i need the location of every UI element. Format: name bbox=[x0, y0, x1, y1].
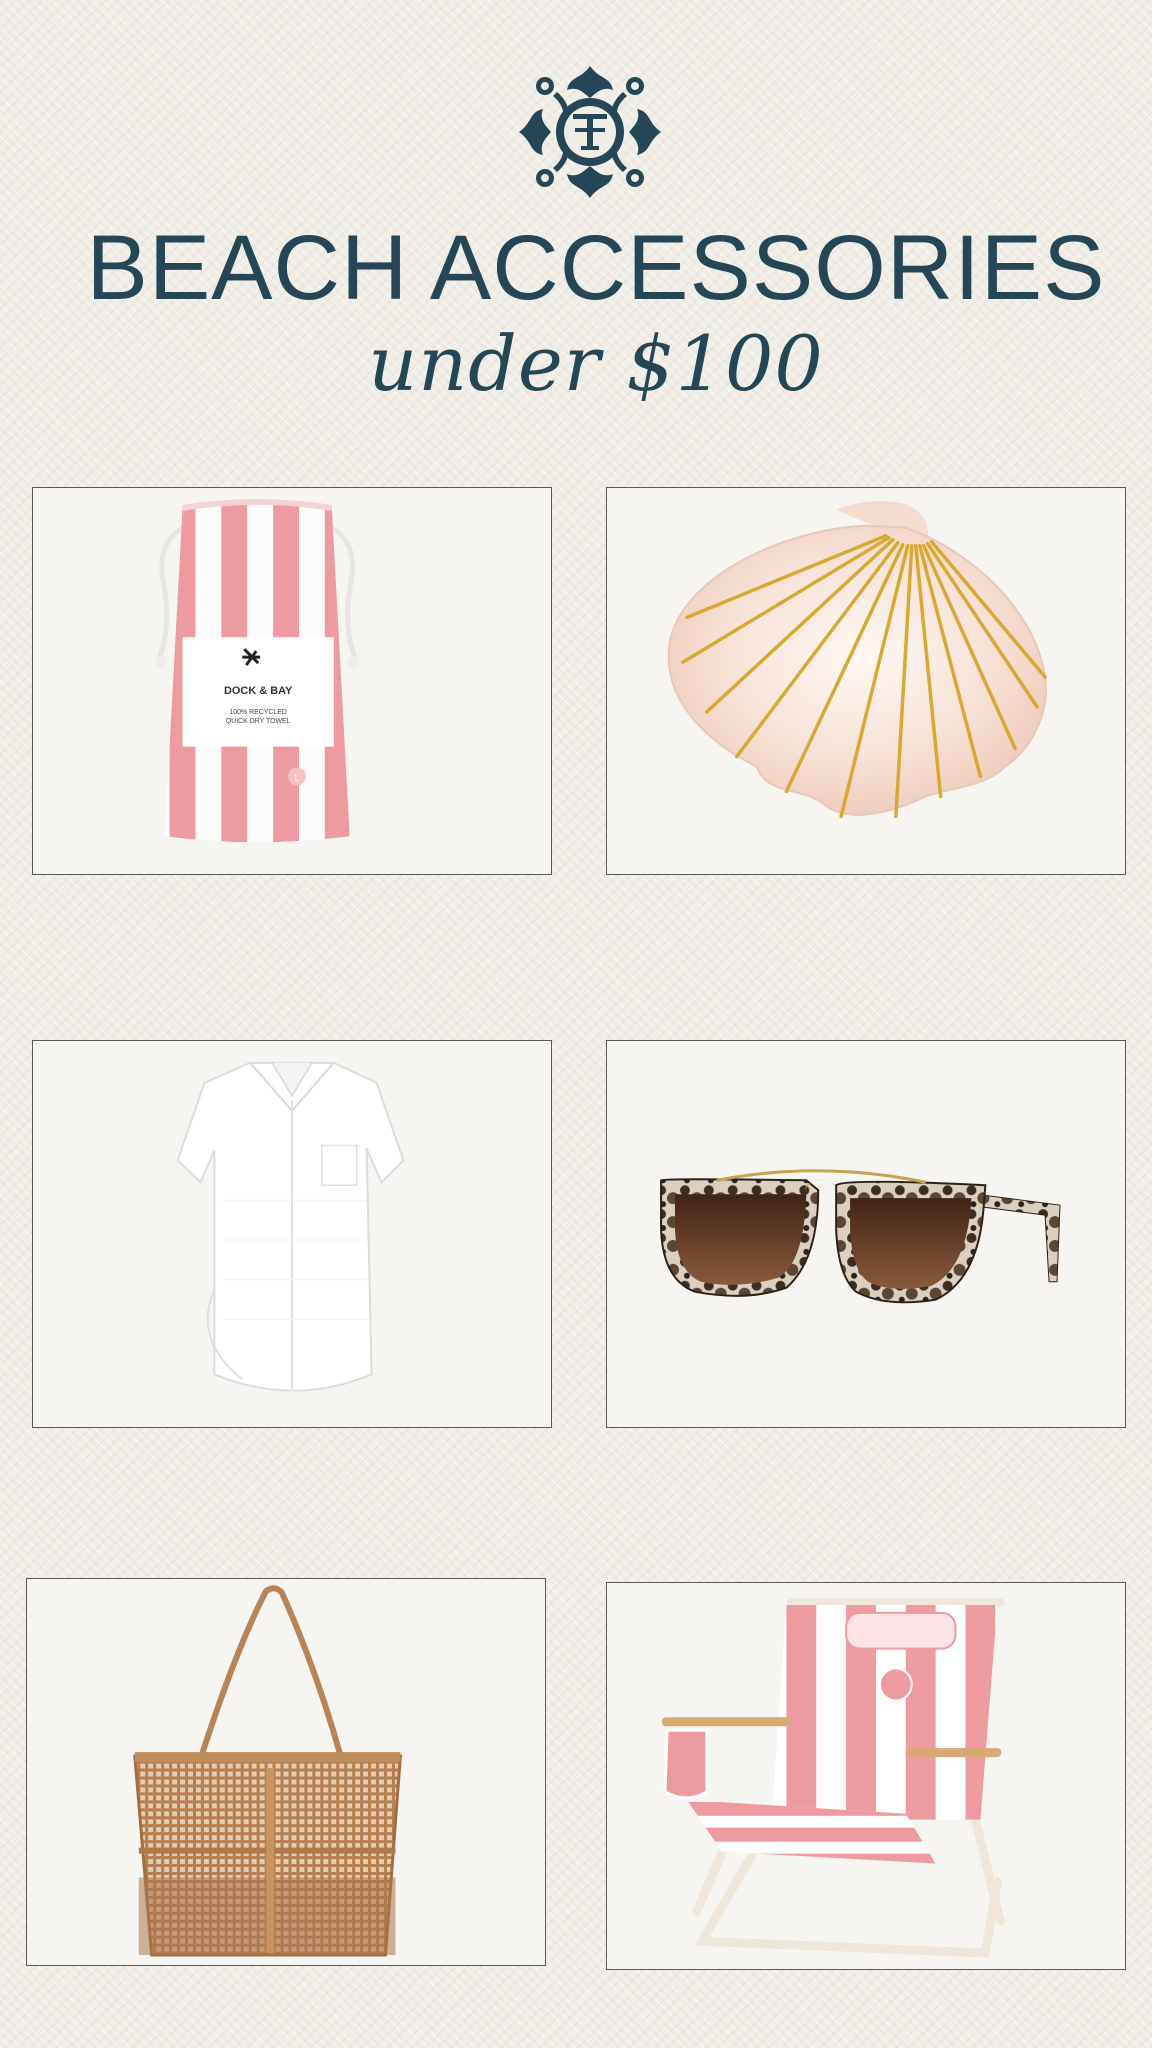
beach-chair-icon bbox=[662, 1598, 1005, 1958]
page-title: BEACH ACCESSORIES bbox=[86, 217, 1106, 319]
towel-size-badge: L bbox=[294, 772, 299, 782]
product-card-shell-clip[interactable] bbox=[606, 487, 1126, 875]
product-card-shirt-dress[interactable] bbox=[32, 1040, 552, 1428]
sunglasses-icon bbox=[660, 1169, 1061, 1304]
page-subtitle: under $100 bbox=[368, 319, 824, 408]
shirt-dress-icon bbox=[176, 1061, 405, 1392]
striped-towel-pouch-icon: DOCK & BAY 100% RECYCLED QUICK DRY TOWEL… bbox=[154, 498, 360, 843]
product-card-towel[interactable]: DOCK & BAY 100% RECYCLED QUICK DRY TOWEL… bbox=[32, 487, 552, 875]
seashell-claw-clip-icon bbox=[667, 501, 1047, 819]
product-card-mesh-tote[interactable] bbox=[26, 1578, 546, 1966]
towel-detail-line1: 100% RECYCLED bbox=[229, 709, 287, 716]
towel-brand-label: DOCK & BAY bbox=[224, 685, 293, 697]
product-card-sunglasses[interactable] bbox=[606, 1040, 1126, 1428]
towel-detail-line2: QUICK DRY TOWEL bbox=[226, 718, 291, 725]
tt-monogram-icon bbox=[519, 66, 661, 198]
product-card-beach-chair[interactable] bbox=[606, 1582, 1126, 1970]
mesh-tote-icon bbox=[133, 1585, 403, 1957]
logo-monogram bbox=[515, 62, 665, 202]
